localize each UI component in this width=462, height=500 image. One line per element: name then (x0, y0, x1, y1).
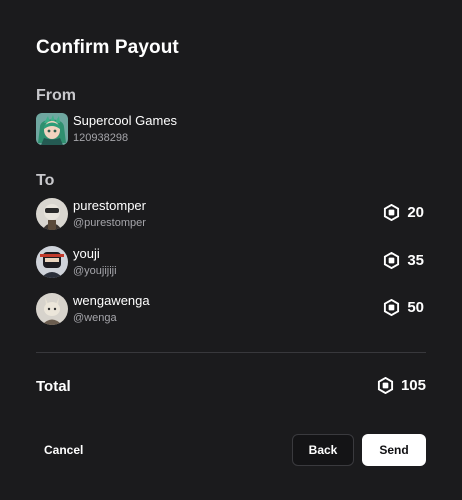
back-button[interactable]: Back (292, 434, 354, 466)
total-label: Total (36, 378, 71, 395)
from-group: Supercool Games 120938298 (36, 113, 426, 147)
cancel-button[interactable]: Cancel (36, 434, 92, 466)
total-value: 105 (400, 377, 426, 394)
recipient-name: youji (73, 246, 100, 261)
from-id: 120938298 (73, 132, 129, 144)
recipient-handle: @purestomper (73, 217, 146, 229)
user-avatar (36, 198, 68, 230)
group-avatar (36, 113, 68, 145)
amount-value: 35 (407, 252, 424, 269)
confirm-payout-dialog: Confirm Payout From Supercool Games 1209… (0, 0, 462, 500)
robux-icon (377, 377, 394, 394)
divider (36, 352, 426, 353)
recipient-row: purestomper @purestomper 20 (36, 198, 426, 232)
amount-value: 20 (407, 204, 424, 221)
recipient-handle: @wenga (73, 312, 117, 324)
user-avatar (36, 246, 68, 278)
recipient-amount: 20 (383, 204, 424, 221)
from-name: Supercool Games (73, 113, 178, 128)
recipient-row: youji @youjijiji 35 (36, 246, 426, 280)
user-avatar (36, 293, 68, 325)
robux-icon (384, 299, 400, 316)
total-amount: 105 (377, 377, 426, 394)
to-section-label: To (36, 172, 55, 189)
send-button[interactable]: Send (362, 434, 426, 466)
recipient-handle: @youjijiji (73, 265, 117, 277)
amount-value: 50 (407, 299, 424, 316)
recipient-amount: 35 (383, 252, 424, 269)
robux-icon (384, 252, 400, 269)
robux-icon (384, 204, 400, 221)
from-section-label: From (36, 87, 76, 104)
recipient-row: wengawenga @wenga 50 (36, 293, 426, 327)
dialog-title: Confirm Payout (36, 37, 179, 58)
recipient-name: wengawenga (73, 293, 150, 308)
recipient-amount: 50 (383, 299, 424, 316)
recipient-name: purestomper (73, 198, 146, 213)
